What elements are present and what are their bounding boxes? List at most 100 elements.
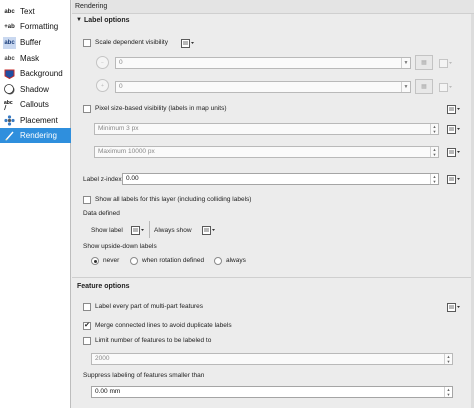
limit-number-label: Limit number of features to be labeled t… [95,337,212,344]
pixel-size-checkbox[interactable] [83,105,91,113]
maximum-scale-value: 0 [119,83,123,90]
separator [149,221,150,238]
minimum-scale-field[interactable]: 0 ▼ [115,57,411,69]
current-scale-button[interactable]: ▦ [415,55,433,70]
radio-when-rotation[interactable] [130,257,138,265]
pixel-size-label: Pixel size-based visibility (labels in m… [95,105,227,112]
spin-arrows-icon: ▲ ▼ [444,354,452,364]
data-defined-override-icon[interactable] [446,123,460,135]
group-title: Label options [84,16,130,24]
mask-icon: abc [4,55,15,62]
sidebar-item-rendering[interactable]: Rendering [0,128,71,143]
every-part-label: Label every part of multi-part features [95,303,204,310]
sidebar-item-label: Buffer [20,38,42,47]
show-label-text: Show label [91,227,123,234]
chevron-down-icon: ▼ [401,82,410,92]
z-index-value: 0.00 [126,175,139,182]
buffer-icon: abc [3,36,16,49]
minimum-pixel-field[interactable]: Minimum 3 px ▲ ▼ [94,123,439,135]
shadow-icon [3,84,16,96]
abc-text-icon: abc [4,8,15,15]
sidebar-item-label: Mask [20,54,40,63]
upside-down-label: Show upside-down labels [83,243,157,250]
z-index-input[interactable]: 0.00 ▲ ▼ [122,173,439,185]
sidebar-item-label: Formatting [20,22,59,31]
data-defined-override-icon[interactable] [180,37,194,49]
sidebar-item-label: Rendering [20,131,57,140]
sidebar-item-label: Background [20,69,63,78]
every-part-checkbox[interactable] [83,303,91,311]
formatting-icon: +ab [4,23,15,30]
radio-never-label: never [103,257,120,264]
feature-options-header[interactable]: Feature options [74,280,472,292]
category-list: abc Text +ab Formatting abc Buffer abc M… [0,0,71,408]
data-defined-override-icon[interactable] [438,57,452,69]
limit-number-field[interactable]: 2000 ▲ ▼ [91,353,453,365]
data-defined-override-icon[interactable] [446,173,460,185]
sidebar-item-label: Text [20,7,35,16]
sidebar-item-text[interactable]: abc Text [0,4,71,19]
sidebar-item-placement[interactable]: Placement [0,113,71,128]
panel-header: Rendering [72,0,474,14]
callouts-icon: abc [3,99,16,111]
spin-arrows-icon: ▲ ▼ [430,174,438,184]
show-all-labels-label: Show all labels for this layer (includin… [95,196,252,203]
scale-dependent-label: Scale dependent visibility [95,39,168,46]
suppress-size-input[interactable]: 0.00 mm ▲ ▼ [91,386,453,398]
zoom-in-icon: + [96,79,109,92]
data-defined-override-icon[interactable] [446,146,460,158]
maximum-scale-field[interactable]: 0 ▼ [115,81,411,93]
radio-always[interactable] [214,257,222,265]
current-scale-button[interactable]: ▦ [415,79,433,94]
z-index-label: Label z-index [83,176,122,183]
zoom-out-icon: − [96,56,109,69]
show-all-labels-checkbox[interactable] [83,196,91,204]
sidebar-item-label: Callouts [20,100,49,109]
label-options-group: ▼ Label options Scale dependent visibili… [74,14,472,276]
chevron-down-icon: ▼ [401,58,410,68]
spin-arrows-icon: ▲ ▼ [430,147,438,157]
limit-number-value: 2000 [95,355,110,362]
suppress-size-value: 0.00 mm [95,388,121,395]
data-defined-label: Data defined [83,210,120,217]
sidebar-item-buffer[interactable]: abc Buffer [0,35,71,50]
minimum-pixel-value: Minimum 3 px [98,125,139,132]
maximum-pixel-value: Maximum 10000 px [98,148,155,155]
data-defined-override-icon[interactable] [446,103,460,115]
show-label-override-icon[interactable] [130,224,144,236]
svg-text:abc: abc [4,100,13,106]
sidebar-item-label: Shadow [20,85,49,94]
spin-arrows-icon: ▲ ▼ [444,387,452,397]
scale-dependent-checkbox[interactable] [83,39,91,47]
suppress-label: Suppress labeling of features smaller th… [83,372,205,379]
group-title: Feature options [77,282,130,290]
radio-when-rotation-label: when rotation defined [142,257,205,264]
data-defined-override-icon[interactable] [446,301,460,313]
maximum-pixel-field[interactable]: Maximum 10000 px ▲ ▼ [94,146,439,158]
page-title: Rendering [75,3,108,10]
always-show-override-icon[interactable] [201,224,215,236]
rendering-icon [3,130,16,142]
sidebar-item-shadow[interactable]: Shadow [0,82,71,97]
merge-lines-label: Merge connected lines to avoid duplicate… [95,322,232,329]
minimum-scale-value: 0 [119,59,123,66]
sidebar-item-callouts[interactable]: abc Callouts [0,97,71,112]
merge-lines-checkbox[interactable]: ✔ [83,322,91,330]
radio-always-label: always [226,257,246,264]
sidebar-item-background[interactable]: Background [0,66,71,81]
collapse-arrow-icon: ▼ [76,17,82,23]
background-icon [3,68,16,80]
limit-number-checkbox[interactable] [83,337,91,345]
data-defined-override-icon[interactable] [438,81,452,93]
divider [72,277,472,278]
always-show-text: Always show [154,227,192,234]
label-options-header[interactable]: ▼ Label options [74,14,472,26]
sidebar-item-label: Placement [20,116,58,125]
sidebar-item-mask[interactable]: abc Mask [0,51,71,66]
radio-never[interactable] [91,257,99,265]
feature-options-group: Feature options Label every part of mult… [74,280,472,408]
sidebar-item-formatting[interactable]: +ab Formatting [0,19,71,34]
placement-icon [3,115,16,127]
rendering-panel: Rendering ▼ Label options Scale dependen… [72,0,474,408]
spin-arrows-icon: ▲ ▼ [430,124,438,134]
